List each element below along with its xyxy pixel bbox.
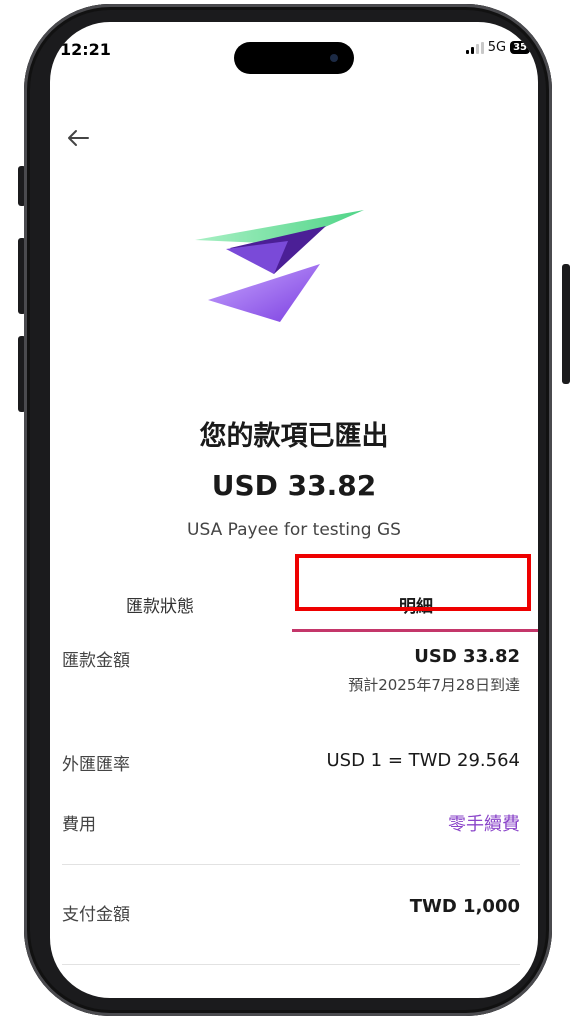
fee-value: 零手續費 [448, 814, 520, 835]
network-label: 5G [487, 40, 507, 55]
transfer-amount-heading: USD 33.82 [211, 469, 377, 502]
fx-rate-label: 外匯匯率 [62, 755, 130, 775]
highlight-box [295, 554, 531, 611]
dynamic-island [234, 42, 354, 74]
paper-plane-logo-icon [190, 202, 366, 327]
active-tab-indicator [292, 629, 538, 632]
transfer-amount-value: USD 33.82 [414, 646, 520, 667]
payment-amount-value: TWD 1,000 [409, 896, 520, 917]
payee-name: USA Payee for testing GS [187, 520, 401, 540]
arrow-left-icon[interactable] [62, 122, 94, 154]
divider [62, 964, 520, 965]
camera-icon [330, 54, 338, 62]
app-screen: 12:21 5G 35 您的款項已匯出 USD 33.82 USA Payee … [50, 22, 538, 998]
page-title: 您的款項已匯出 [199, 421, 389, 452]
payment-amount-label: 支付金額 [62, 905, 130, 925]
status-indicators: 5G 35 [465, 40, 530, 55]
battery-icon: 35 [510, 41, 530, 54]
tab-transfer-status[interactable]: 匯款狀態 [90, 592, 230, 617]
power-button [562, 264, 570, 384]
fee-label: 費用 [62, 815, 96, 835]
estimated-arrival: 預計2025年7月28日到達 [348, 676, 520, 694]
transfer-amount-label: 匯款金額 [62, 651, 130, 671]
fx-rate-value: USD 1 = TWD 29.564 [326, 750, 520, 771]
divider [62, 864, 520, 865]
signal-icon [465, 41, 484, 54]
status-time: 12:21 [60, 40, 111, 59]
status-bar: 12:21 5G 35 [50, 22, 538, 74]
